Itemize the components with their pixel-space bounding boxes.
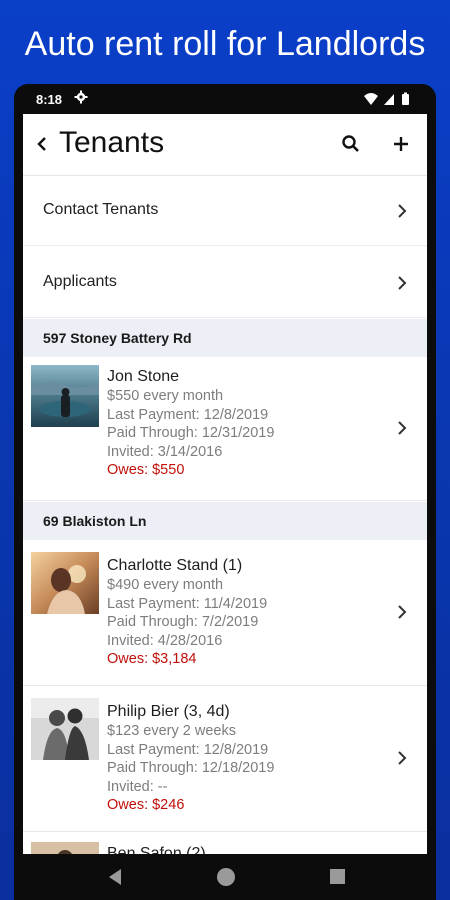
tenant-row[interactable]: Charlotte Stand (1) $490 every month Las…: [23, 540, 427, 686]
property-address: 597 Stoney Battery Rd: [43, 330, 192, 346]
chevron-right-icon: [398, 276, 407, 290]
nav-home-icon[interactable]: [217, 868, 235, 886]
tenant-info: Ben Safon (2): [107, 844, 206, 854]
back-chevron-icon[interactable]: [35, 134, 49, 154]
signal-icon: [384, 94, 394, 105]
property-address: 69 Blakiston Ln: [43, 513, 147, 529]
tenant-owes: Owes: $550: [107, 462, 185, 478]
tenant-paid-through: Paid Through: 12/18/2019: [107, 760, 275, 776]
status-bar: 8:18: [14, 84, 436, 114]
tenant-paid-through: Paid Through: 12/31/2019: [107, 425, 275, 441]
tenant-last-payment: Last Payment: 12/8/2019: [107, 406, 269, 423]
tenant-avatar: [31, 552, 99, 614]
tenant-row[interactable]: Philip Bier (3, 4d) $123 every 2 weeks L…: [23, 686, 427, 832]
app-bar: Tenants: [23, 114, 427, 176]
applicants-label: Applicants: [43, 273, 117, 290]
android-nav-bar: [14, 854, 436, 900]
chevron-right-icon: [398, 605, 407, 619]
property-header: 597 Stoney Battery Rd: [23, 319, 427, 357]
tenant-avatar: [31, 842, 99, 854]
tenant-name: Jon Stone: [107, 368, 180, 385]
tenant-name: Ben Safon (2): [107, 845, 206, 854]
tenant-paid-through: Paid Through: 7/2/2019: [107, 614, 259, 630]
tenant-rent: $123 every 2 weeks: [107, 723, 236, 739]
tenant-last-payment: Last Payment: 12/8/2019: [107, 741, 269, 758]
tenant-rent: $490 every month: [107, 577, 224, 593]
status-icons: [364, 92, 409, 105]
nav-back-icon[interactable]: [107, 868, 123, 886]
tenant-invited: Invited: --: [107, 778, 168, 795]
app-screen: Tenants Contact Tenants Applicants 597 S…: [23, 114, 427, 854]
tenant-owes: Owes: $246: [107, 797, 185, 813]
tenant-last-payment: Last Payment: 11/4/2019: [107, 595, 268, 612]
tenant-row[interactable]: Jon Stone $550 every month Last Payment:…: [23, 357, 427, 501]
tenant-avatar: [31, 698, 99, 760]
chevron-right-icon: [398, 204, 407, 218]
applicants-row[interactable]: Applicants: [23, 246, 427, 318]
property-header: 69 Blakiston Ln: [23, 502, 427, 540]
add-tenant-plus-icon[interactable]: [391, 134, 411, 154]
tenant-invited: Invited: 3/14/2016: [107, 443, 223, 460]
tenant-rent: $550 every month: [107, 388, 224, 404]
contact-tenants-row[interactable]: Contact Tenants: [23, 176, 427, 246]
tenant-avatar: [31, 365, 99, 427]
chevron-right-icon: [398, 751, 407, 765]
search-icon[interactable]: [341, 134, 361, 154]
tenant-info: Philip Bier (3, 4d) $123 every 2 weeks L…: [107, 702, 274, 815]
tenant-row[interactable]: Ben Safon (2): [23, 832, 427, 854]
tenant-name: Charlotte Stand (1): [107, 557, 243, 574]
contact-tenants-label: Contact Tenants: [43, 201, 159, 218]
settings-gear-icon: [74, 90, 88, 104]
wifi-icon: [364, 93, 378, 105]
tenant-owes: Owes: $3,184: [107, 651, 197, 667]
promo-banner-title: Auto rent roll for Landlords: [24, 25, 426, 63]
nav-recents-icon[interactable]: [330, 869, 345, 884]
page-title: Tenants: [59, 126, 165, 159]
tenant-invited: Invited: 4/28/2016: [107, 632, 223, 649]
battery-icon: [402, 94, 409, 105]
status-time: 8:18: [36, 92, 63, 107]
tenant-name: Philip Bier (3, 4d): [107, 703, 230, 720]
tenant-info: Charlotte Stand (1) $490 every month Las…: [107, 556, 267, 669]
tenant-info: Jon Stone $550 every month Last Payment:…: [107, 367, 274, 480]
chevron-right-icon: [398, 421, 407, 435]
phone-frame: 8:18 Tenants Contact Tenants Applicants …: [14, 84, 436, 900]
